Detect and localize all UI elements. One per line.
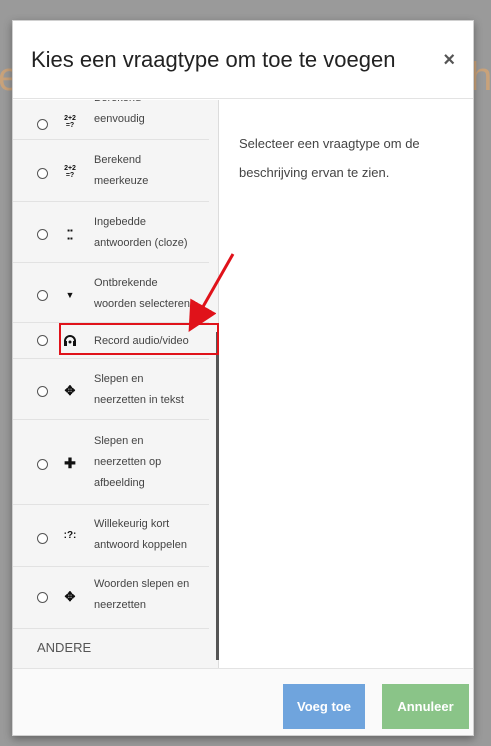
radio-record-audio-video[interactable] xyxy=(37,335,48,346)
question-type-list[interactable]: 2+2=? Berekend eenvoudig 2+2=? Berekend … xyxy=(13,100,219,668)
radio-drag-drop-image[interactable] xyxy=(37,459,48,470)
question-type-dialog: Kies een vraagtype om toe te voegen × 2+… xyxy=(12,20,474,736)
drag-words-icon: ✥ xyxy=(64,589,76,604)
option-label: neerzetten xyxy=(94,599,146,611)
option-missing-words[interactable]: ▼ Ontbrekende woorden selecteren xyxy=(13,263,209,323)
dropdown-icon: ▼ xyxy=(65,290,75,300)
option-calculated-multichoice[interactable]: 2+2 =? Berekend meerkeuze xyxy=(13,140,209,202)
option-drag-words[interactable]: ✥ Woorden slepen en neerzetten xyxy=(13,567,209,629)
option-label: neerzetten in tekst xyxy=(94,394,184,406)
list-scrollbar[interactable] xyxy=(216,332,219,660)
option-label: Slepen en xyxy=(94,373,144,385)
option-label: antwoord koppelen xyxy=(94,539,187,551)
option-label: Berekend xyxy=(94,100,212,109)
radio-drag-drop-text[interactable] xyxy=(37,386,48,397)
option-label: Slepen en xyxy=(94,435,144,447)
cancel-button[interactable]: Annuleer xyxy=(382,684,469,729)
radio-embedded-answers[interactable] xyxy=(37,229,48,240)
description-panel: Selecteer een vraagtype om de beschrijvi… xyxy=(239,136,420,180)
radio-missing-words[interactable] xyxy=(37,290,48,301)
cross-move-icon: ✚ xyxy=(64,455,76,471)
option-label: Ingebedde xyxy=(94,216,146,228)
option-label: meerkeuze xyxy=(94,175,149,187)
embedded-answers-icon: ▪▪ ▪▪ xyxy=(67,226,73,243)
calculated-multichoice-icon: 2+2 =? xyxy=(64,165,76,180)
radio-drag-words[interactable] xyxy=(37,592,48,603)
option-calculated-simple[interactable]: 2+2=? Berekend eenvoudig xyxy=(13,100,209,140)
radio-calculated-simple[interactable] xyxy=(37,119,48,130)
option-label: antwoorden (cloze) xyxy=(94,237,188,249)
option-random-short-match[interactable]: :?: Willekeurig kort antwoord koppelen xyxy=(13,505,209,567)
option-label: neerzetten op xyxy=(94,456,162,468)
option-embedded-answers[interactable]: ▪▪ ▪▪ Ingebedde antwoorden (cloze) xyxy=(13,202,209,263)
dialog-header: Kies een vraagtype om toe te voegen × xyxy=(13,21,473,99)
dialog-title: Kies een vraagtype om toe te voegen xyxy=(31,47,396,72)
calculated-simple-icon: 2+2 =? xyxy=(64,115,76,130)
radio-random-short-match[interactable] xyxy=(37,533,48,544)
option-label: Ontbrekende xyxy=(94,277,158,289)
radio-calculated-multichoice[interactable] xyxy=(37,168,48,179)
section-other-heading: ANDERE xyxy=(37,640,92,655)
option-label: Berekend xyxy=(94,154,142,166)
close-icon[interactable]: × xyxy=(443,49,455,72)
option-label: woorden selecteren xyxy=(94,298,191,310)
add-button[interactable]: Voeg toe xyxy=(283,684,365,729)
move-icon: ✥ xyxy=(64,383,76,398)
option-drag-drop-text[interactable]: ✥ Slepen en neerzetten in tekst xyxy=(13,359,209,420)
option-drag-drop-image[interactable]: ✚ Slepen en neerzetten op afbeelding xyxy=(13,420,209,505)
random-match-icon: :?: xyxy=(63,530,77,541)
option-label: eenvoudig xyxy=(94,113,145,125)
highlight-box xyxy=(59,323,219,355)
option-label: Woorden slepen en xyxy=(94,578,190,590)
option-label: afbeelding xyxy=(94,477,145,489)
option-label: Willekeurig kort xyxy=(94,518,170,530)
